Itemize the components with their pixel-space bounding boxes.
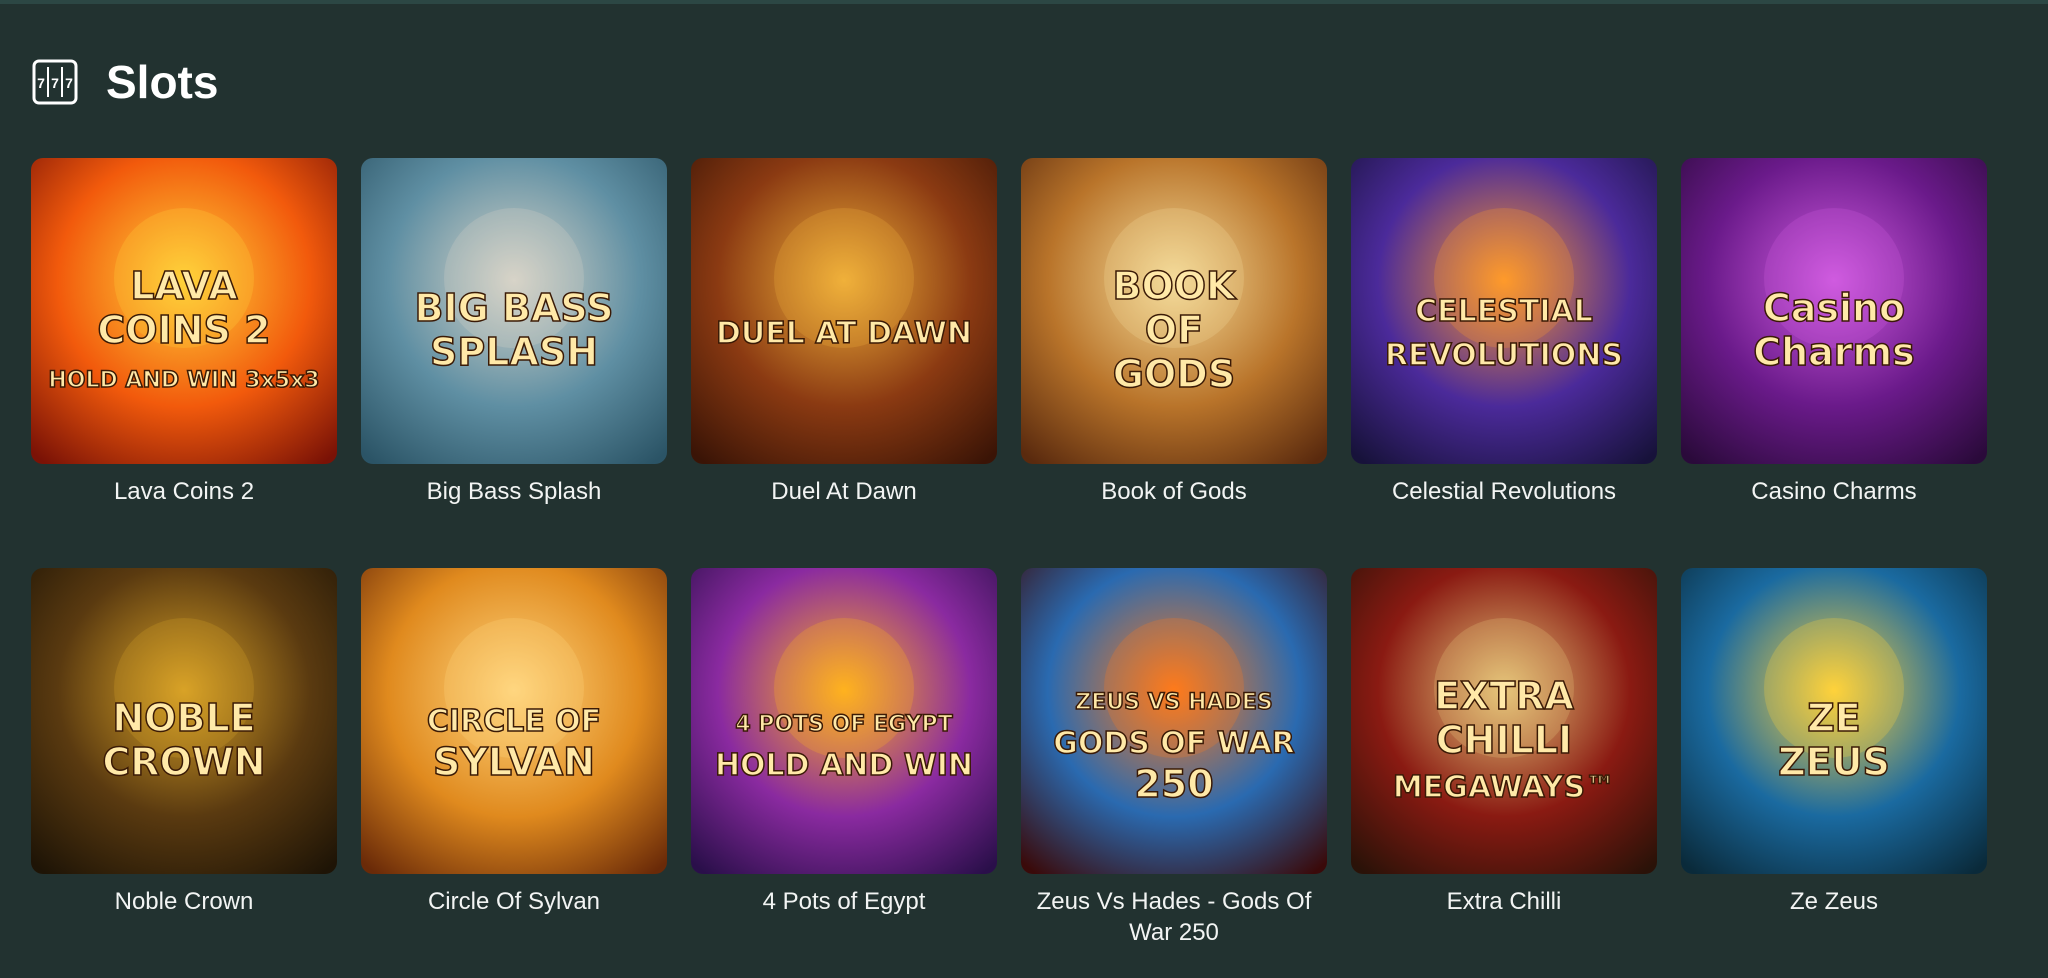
game-thumbnail[interactable]: Casino Charms [1681,158,1987,464]
game-card[interactable]: EXTRA CHILLI MEGAWAYS™ Extra Chilli [1351,568,1657,978]
game-card[interactable]: ZE ZEUS Ze Zeus [1681,568,1987,978]
game-thumbnail[interactable]: NOBLE CROWN [31,568,337,874]
game-logo-text: ZE [1807,696,1861,740]
game-artwork: NOBLECROWN [31,568,337,874]
game-thumbnail[interactable]: ZE ZEUS [1681,568,1987,874]
game-artwork: CELESTIAL REVOLUTIONS [1351,158,1657,464]
game-artwork: LAVACOINS 2 HOLD AND WIN 3x5x3 [31,158,337,464]
game-artwork: BOOKOFGODS [1021,158,1327,464]
game-card[interactable]: LAVA COINS 2 HOLD AND WIN 3x5x3 Lava Coins … [31,158,337,568]
svg-text:7: 7 [51,75,59,91]
game-title[interactable]: Lava Coins 2 [31,476,337,507]
game-logo-text: SYLVAN [433,740,595,784]
game-logo-text: LAVA [130,264,238,308]
game-logo-text: OF [1145,308,1203,352]
game-logo-text: 250 [1134,762,1213,806]
game-title[interactable]: Extra Chilli [1351,886,1657,917]
game-title[interactable]: Big Bass Splash [361,476,667,507]
game-logo-text: MEGAWAYS™ [1393,770,1615,805]
svg-text:7: 7 [65,75,73,91]
game-logo-text: REVOLUTIONS [1385,338,1623,373]
game-artwork: DUEL AT DAWN [691,158,997,464]
game-card[interactable]: CELESTIAL REVOLUTIONS Celestial Revolution… [1351,158,1657,568]
section-header: 7 7 7 Slots [32,56,218,108]
game-logo-text: GODS [1113,352,1235,396]
game-thumbnail[interactable]: BIG BASS SPLASH [361,158,667,464]
game-logo-text: 4 POTS OF EGYPT [735,712,952,737]
game-thumbnail[interactable]: 4 POTS OF EGYPT HOLD AND WIN [691,568,997,874]
game-thumbnail[interactable]: ZEUS VS HADES GODS OF WAR 250 [1021,568,1327,874]
game-logo-text: DUEL AT DAWN [716,316,972,351]
game-thumbnail[interactable]: BOOK OF GODS [1021,158,1327,464]
game-thumbnail[interactable]: LAVA COINS 2 HOLD AND WIN 3x5x3 [31,158,337,464]
game-title[interactable]: Noble Crown [31,886,337,917]
game-artwork: CasinoCharms [1681,158,1987,464]
top-divider [0,0,2048,4]
game-thumbnail[interactable]: CIRCLE OF SYLVAN [361,568,667,874]
game-artwork: ZEUS VS HADES GODS OF WAR250 [1021,568,1327,874]
game-logo-text: HOLD AND WIN [715,748,973,783]
game-logo-text: CIRCLE OF [427,704,601,739]
game-grid: LAVA COINS 2 HOLD AND WIN 3x5x3 Lava Coins … [31,158,1991,978]
game-card[interactable]: ZEUS VS HADES GODS OF WAR 250 Zeus Vs Hades… [1021,568,1327,978]
game-logo-text: EXTRA [1434,674,1574,718]
game-logo-text: Charms [1753,330,1915,374]
game-artwork: 4 POTS OF EGYPT HOLD AND WIN [691,568,997,874]
game-title[interactable]: Book of Gods [1021,476,1327,507]
game-artwork: CIRCLE OFSYLVAN [361,568,667,874]
game-logo-text: NOBLE [112,696,255,740]
game-artwork: EXTRACHILLI MEGAWAYS™ [1351,568,1657,874]
section-title: Slots [106,56,219,108]
game-card[interactable]: DUEL AT DAWN Duel At Dawn [691,158,997,568]
game-logo-text: BIG BASS [415,286,614,330]
game-title[interactable]: Circle Of Sylvan [361,886,667,917]
svg-text:7: 7 [37,75,45,91]
game-thumbnail[interactable]: EXTRA CHILLI MEGAWAYS™ [1351,568,1657,874]
game-logo-text: BOOK [1112,264,1237,308]
game-title[interactable]: Zeus Vs Hades - Gods Of War 250 [1021,886,1327,948]
game-title[interactable]: Duel At Dawn [691,476,997,507]
game-card[interactable]: NOBLE CROWN Noble Crown [31,568,337,978]
game-thumbnail[interactable]: DUEL AT DAWN [691,158,997,464]
game-card[interactable]: BIG BASS SPLASH Big Bass Splash [361,158,667,568]
game-logo-text: Casino [1763,286,1905,330]
game-logo-text: COINS 2 [97,308,270,352]
game-card[interactable]: 4 POTS OF EGYPT HOLD AND WIN 4 Pots of Egy… [691,568,997,978]
game-logo-text: CELESTIAL [1415,294,1593,329]
game-card[interactable]: CIRCLE OF SYLVAN Circle Of Sylvan [361,568,667,978]
game-card[interactable]: Casino Charms Casino Charms [1681,158,1987,568]
slot-machine-icon: 7 7 7 [32,59,78,105]
game-logo-text: ZEUS VS HADES [1075,690,1272,715]
game-thumbnail[interactable]: CELESTIAL REVOLUTIONS [1351,158,1657,464]
game-title[interactable]: Celestial Revolutions [1351,476,1657,507]
game-artwork: ZEZEUS [1681,568,1987,874]
game-title[interactable]: Casino Charms [1681,476,1987,507]
game-logo-text: CROWN [102,740,265,784]
game-logo-text: GODS OF WAR [1053,726,1295,761]
game-title[interactable]: 4 Pots of Egypt [691,886,997,917]
game-card[interactable]: BOOK OF GODS Book of Gods [1021,158,1327,568]
game-logo-text: CHILLI [1436,718,1572,762]
game-logo-text: SPLASH [430,330,598,374]
game-logo-text: HOLD AND WIN 3x5x3 [48,368,319,393]
game-artwork: BIG BASSSPLASH [361,158,667,464]
game-title[interactable]: Ze Zeus [1681,886,1987,917]
game-logo-text: ZEUS [1778,740,1890,784]
